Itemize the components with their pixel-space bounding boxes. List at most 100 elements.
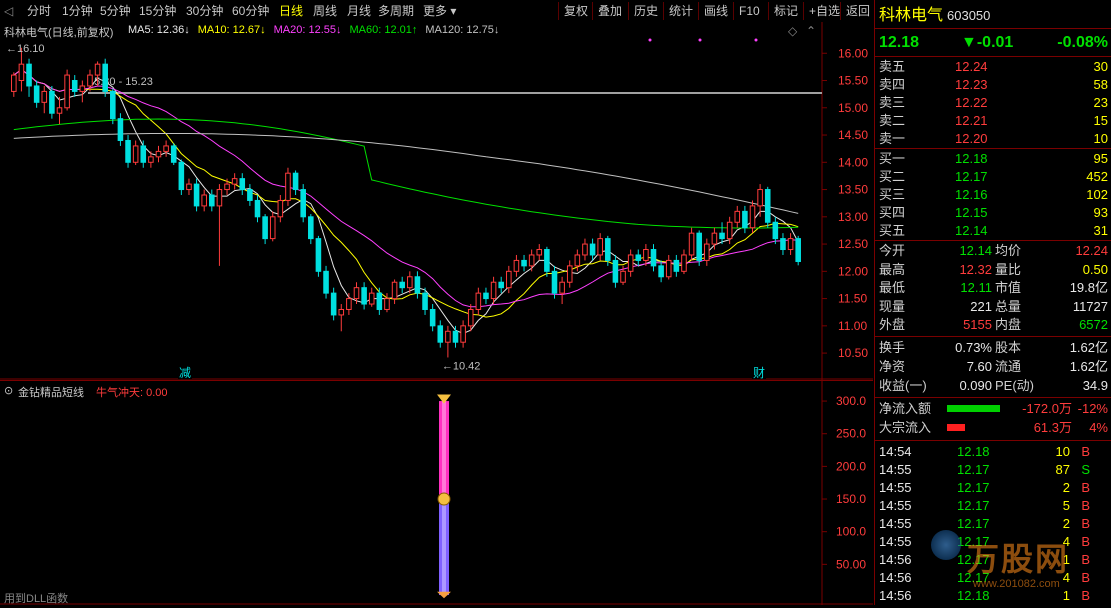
period-tab-8[interactable]: 月线 bbox=[347, 3, 371, 19]
event-marker-0: 减 bbox=[179, 366, 191, 380]
stat-value: 12.32 bbox=[959, 261, 992, 277]
tick-row[interactable]: 14:55 12.17 5 B bbox=[875, 497, 1111, 515]
period-tab-5[interactable]: 60分钟 bbox=[232, 3, 269, 19]
tick-row[interactable]: 14:55 12.17 2 B bbox=[875, 479, 1111, 497]
watermark-url: www.201082.com bbox=[973, 578, 1060, 590]
kline-svg: 16.00 15.50 15.00 14.50 14.00 13.50 13.00 12.50… bbox=[0, 22, 873, 380]
candle-body bbox=[407, 276, 413, 289]
toolbar-prev-icon[interactable]: ◁ bbox=[4, 3, 13, 19]
flow-value: 61.3万 bbox=[1033, 420, 1072, 435]
tick-time: 14:55 bbox=[879, 498, 912, 513]
tick-time: 14:56 bbox=[879, 588, 912, 603]
candle-body bbox=[239, 178, 246, 191]
stock-header: 科林电气 603050 bbox=[875, 6, 1111, 26]
candle-body bbox=[528, 254, 535, 267]
candle-body bbox=[262, 216, 268, 240]
tick-row[interactable]: 14:55 12.17 87 S bbox=[875, 461, 1111, 479]
candle-body bbox=[445, 330, 451, 343]
period-toolbar: 分时 1分钟 5分钟 15分钟 30分钟 60分钟 日线 周线 月线 多周期 更多 ▾ ◁ 复权 叠加 历史… bbox=[0, 0, 873, 23]
period-tab-7[interactable]: 周线 bbox=[313, 3, 337, 19]
stat2-row: 换手 0.73% 股本 1.62亿 bbox=[875, 339, 1111, 357]
candle-body bbox=[102, 63, 108, 92]
candle-body bbox=[391, 281, 398, 300]
kline-chart[interactable]: 16.00 15.50 15.00 14.50 14.00 13.50 13.00 12.50… bbox=[0, 22, 873, 380]
collapse-icon[interactable]: ◇ bbox=[788, 24, 797, 38]
indicator-footnote: 用到DLL函数 bbox=[4, 593, 69, 605]
y-tick-label: 14.50 bbox=[838, 128, 868, 142]
indicator-settings-icon[interactable]: ⊙ bbox=[4, 384, 13, 397]
ask-row: 卖三 12.22 23 bbox=[875, 94, 1111, 112]
action-button-8[interactable]: 返回 bbox=[840, 2, 875, 20]
period-tab-9[interactable]: 多周期 bbox=[378, 3, 414, 19]
indicator-bg bbox=[0, 380, 873, 605]
y-tick-label: 12.00 bbox=[838, 264, 868, 278]
stat-label: 收益(一) bbox=[879, 378, 927, 393]
action-button-4[interactable]: 画线 bbox=[698, 2, 733, 20]
candle-body bbox=[33, 85, 40, 103]
flow-label: 大宗流入 bbox=[879, 420, 932, 435]
candle-body bbox=[209, 194, 215, 207]
action-button-5[interactable]: F10 bbox=[733, 2, 765, 20]
stat-row: 最高 12.32 量比 0.50 bbox=[875, 261, 1111, 279]
indicator-pane[interactable]: 300.0 250.0 200.0 150.0 100.0 50.00 ⊙ 金钻精品短线 … bbox=[0, 380, 873, 605]
more-icon[interactable]: ⌃ bbox=[806, 24, 816, 38]
candle-body bbox=[315, 238, 322, 272]
candle-body bbox=[764, 189, 771, 223]
tick-price: 12.18 bbox=[957, 444, 990, 459]
candle-body bbox=[658, 265, 664, 278]
candle-body bbox=[26, 63, 32, 87]
y-tick-label: 13.00 bbox=[838, 210, 868, 224]
stat-value: 0.090 bbox=[959, 378, 992, 393]
action-button-1[interactable]: 叠加 bbox=[592, 2, 627, 20]
ask-volume: 15 bbox=[1093, 113, 1108, 128]
tick-price: 12.17 bbox=[957, 498, 990, 513]
action-button-2[interactable]: 历史 bbox=[628, 2, 663, 20]
candle-body bbox=[186, 183, 192, 191]
period-tab-6[interactable]: 日线 bbox=[279, 3, 303, 19]
candle-body bbox=[742, 210, 748, 229]
bid-price: 12.17 bbox=[955, 169, 988, 184]
candle-body bbox=[247, 189, 253, 201]
ind-y-tick-label: 100.0 bbox=[836, 525, 866, 539]
ask-price: 12.21 bbox=[955, 113, 988, 128]
candle-body bbox=[178, 161, 185, 191]
stock-code: 603050 bbox=[947, 8, 991, 23]
candle-body bbox=[56, 107, 63, 114]
action-button-3[interactable]: 统计 bbox=[663, 2, 698, 20]
tick-row[interactable]: 14:54 12.18 10 B bbox=[875, 443, 1111, 461]
bid-row: 买四 12.15 93 bbox=[875, 204, 1111, 222]
action-button-7[interactable]: +自选 bbox=[803, 2, 845, 20]
candle-body bbox=[338, 308, 345, 316]
action-button-6[interactable]: 标记 bbox=[768, 2, 803, 20]
candle-body bbox=[79, 85, 86, 92]
candle-body bbox=[506, 270, 512, 289]
tick-side: B bbox=[1081, 480, 1090, 495]
ma-legend-item: MA10: 12.67↓ bbox=[197, 24, 266, 36]
stat-value: 1.62亿 bbox=[1069, 359, 1108, 374]
period-tab-10[interactable]: 更多 ▾ bbox=[423, 3, 456, 19]
tick-time: 14:55 bbox=[879, 462, 912, 477]
period-tab-2[interactable]: 5分钟 bbox=[100, 3, 131, 19]
tick-time: 14:54 bbox=[879, 444, 912, 459]
period-tab-1[interactable]: 1分钟 bbox=[62, 3, 93, 19]
candle-body bbox=[681, 254, 687, 272]
candle-body bbox=[643, 249, 649, 261]
stat-label: 量比 bbox=[995, 261, 1022, 277]
candle-body bbox=[726, 221, 733, 240]
candle-body bbox=[292, 172, 299, 191]
action-button-0[interactable]: 复权 bbox=[558, 2, 593, 20]
tick-volume: 2 bbox=[1062, 480, 1070, 495]
candle-body bbox=[559, 281, 565, 294]
watermark-text: 万股网 bbox=[967, 541, 1070, 577]
candle-body bbox=[467, 308, 474, 327]
y-tick-label: 15.00 bbox=[838, 101, 868, 115]
y-tick-label: 10.50 bbox=[838, 346, 868, 360]
stat-label: 外盘 bbox=[879, 317, 906, 332]
period-tab-4[interactable]: 30分钟 bbox=[186, 3, 223, 19]
period-tab-3[interactable]: 15分钟 bbox=[139, 3, 176, 19]
candle-body bbox=[71, 80, 78, 92]
bid-volume: 452 bbox=[1086, 169, 1108, 184]
y-tick-label: 16.00 bbox=[838, 46, 868, 60]
period-tab-0[interactable]: 分时 bbox=[27, 3, 51, 19]
bid-volume: 93 bbox=[1093, 205, 1108, 220]
